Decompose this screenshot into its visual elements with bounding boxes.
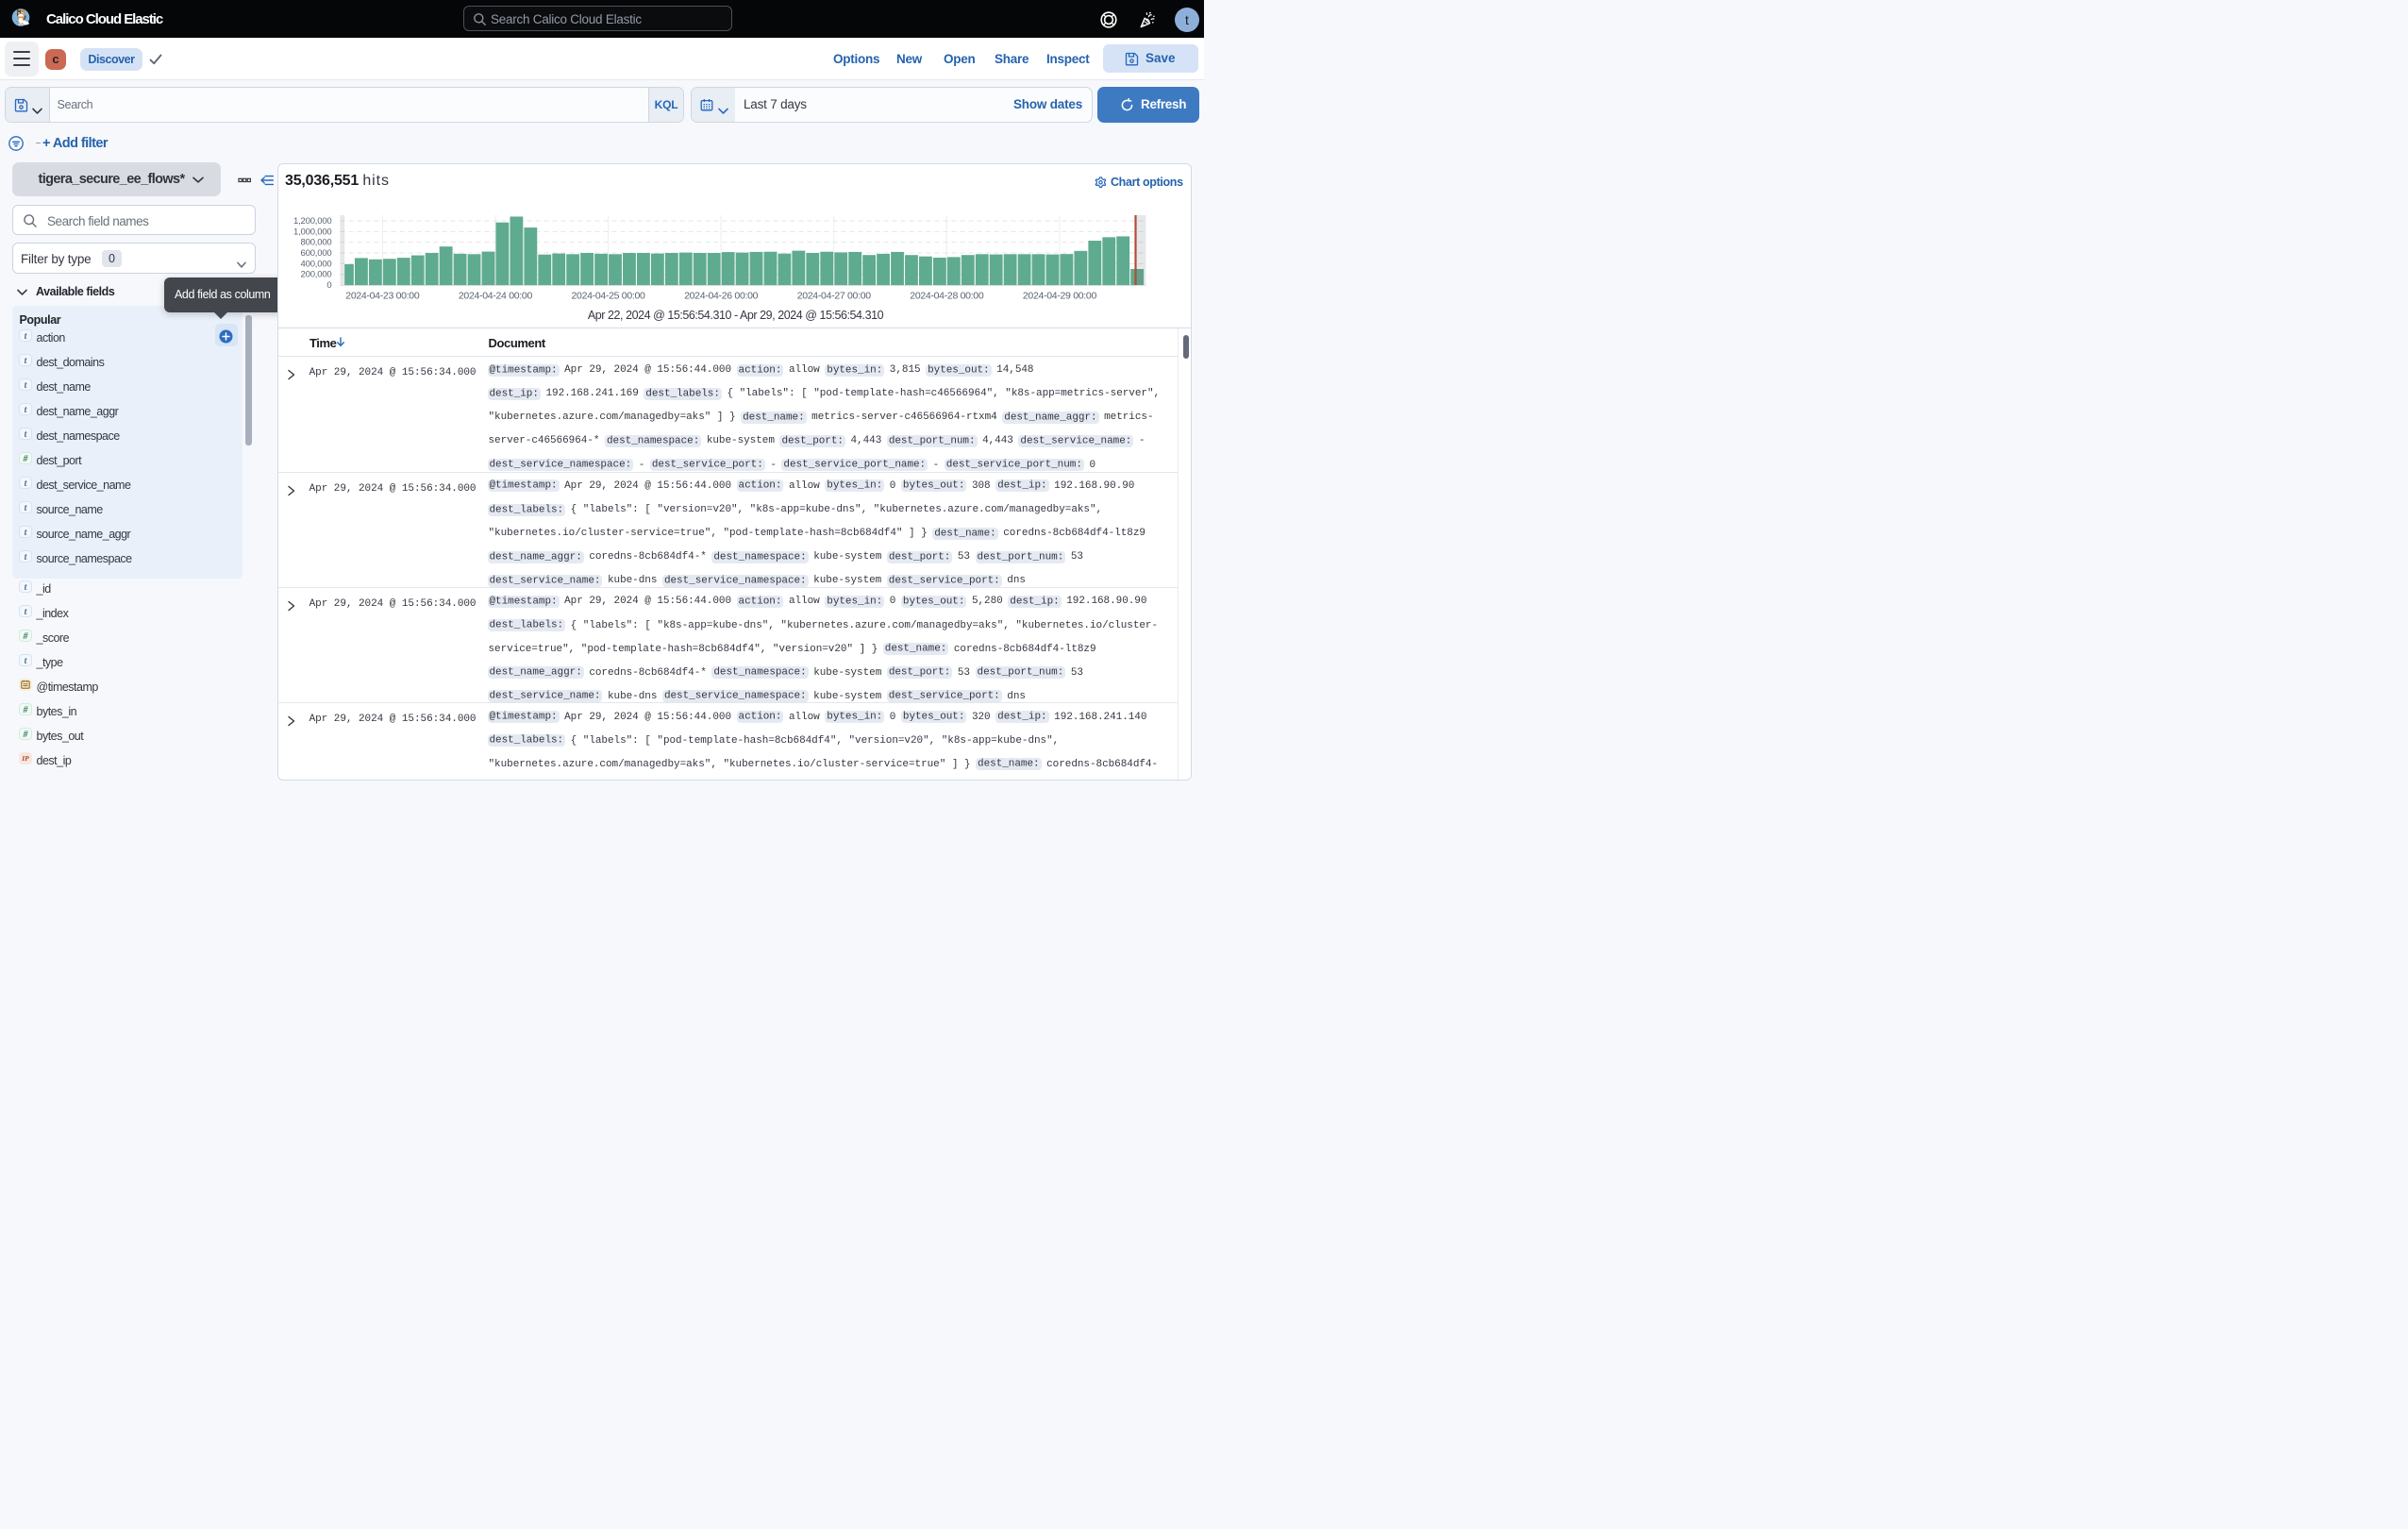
svg-text:1,200,000: 1,200,000 [293,216,331,227]
svg-text:200,000: 200,000 [301,270,332,280]
svg-text:2024-04-27 00:00: 2024-04-27 00:00 [797,291,872,302]
svg-text:2024-04-28 00:00: 2024-04-28 00:00 [910,291,984,302]
svg-text:2024-04-24 00:00: 2024-04-24 00:00 [459,291,533,302]
svg-text:2024-04-29 00:00: 2024-04-29 00:00 [1023,291,1097,302]
svg-text:2024-04-23 00:00: 2024-04-23 00:00 [345,291,420,302]
svg-text:600,000: 600,000 [301,248,332,259]
svg-text:0: 0 [326,280,331,291]
svg-text:1,000,000: 1,000,000 [293,227,331,237]
svg-text:800,000: 800,000 [301,238,332,248]
svg-text:2024-04-25 00:00: 2024-04-25 00:00 [571,291,645,302]
svg-text:2024-04-26 00:00: 2024-04-26 00:00 [684,291,759,302]
svg-text:400,000: 400,000 [301,259,332,269]
